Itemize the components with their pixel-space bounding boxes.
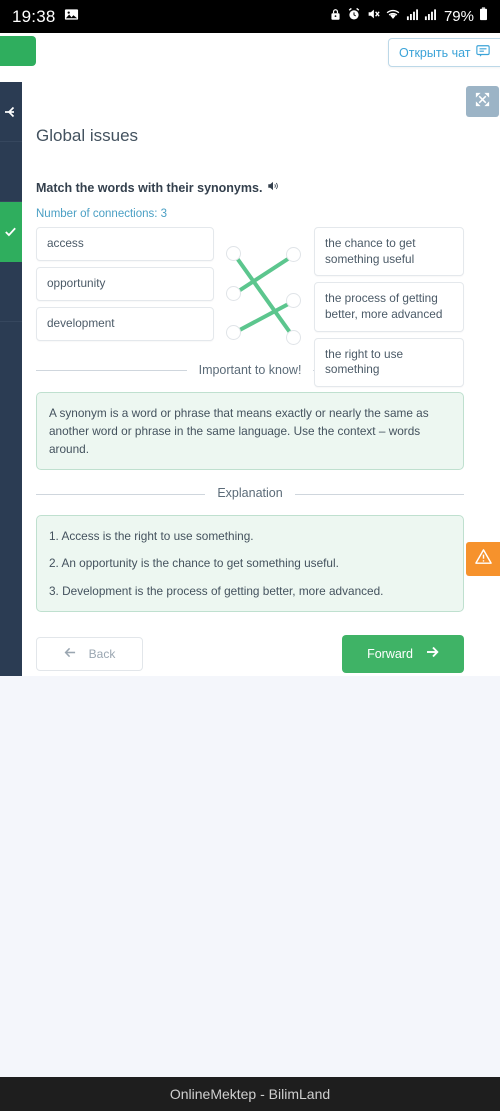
sidebar bbox=[0, 82, 22, 676]
speaker-icon[interactable] bbox=[267, 180, 279, 195]
screen: 19:38 79% Открыть чат Global issues Matc… bbox=[0, 0, 500, 1111]
connector-dot-right[interactable] bbox=[286, 330, 301, 345]
check-icon bbox=[3, 224, 19, 240]
divider-line-left bbox=[36, 493, 206, 495]
match-right-item[interactable]: the right to use something bbox=[314, 337, 464, 388]
status-time: 19:38 bbox=[12, 6, 56, 26]
sidebar-item-active[interactable] bbox=[0, 202, 22, 262]
explanation-line: 3. Development is the process of getting… bbox=[49, 583, 384, 598]
match-left-item[interactable]: development bbox=[36, 307, 214, 341]
alarm-icon bbox=[347, 7, 361, 26]
sidebar-item-collapse[interactable] bbox=[0, 82, 22, 142]
warning-triangle-icon bbox=[474, 547, 493, 571]
connector-dot-left[interactable] bbox=[226, 246, 241, 261]
chat-bubble-icon bbox=[476, 44, 491, 61]
connections-count: Number of connections: 3 bbox=[36, 208, 168, 220]
instruction-row: Match the words with their synonyms. bbox=[36, 180, 464, 195]
match-left-item[interactable]: access bbox=[36, 227, 214, 261]
connector-dot-left[interactable] bbox=[226, 286, 241, 301]
important-body: A synonym is a word or phrase that means… bbox=[49, 405, 429, 457]
back-label: Back bbox=[88, 646, 116, 661]
explanation-panel: 1. Access is the right to use something.… bbox=[36, 515, 464, 612]
battery-icon bbox=[479, 7, 488, 26]
fullscreen-icon bbox=[474, 91, 491, 113]
connector-dot-right[interactable] bbox=[286, 247, 301, 262]
mute-icon bbox=[366, 7, 380, 26]
connector-dot-right[interactable] bbox=[286, 293, 301, 308]
page-title: Global issues bbox=[36, 126, 139, 145]
important-divider-label: Important to know! bbox=[198, 363, 302, 377]
lock-icon bbox=[329, 8, 342, 26]
status-bar-right: 79% bbox=[329, 7, 488, 26]
signal-1-icon bbox=[406, 8, 419, 26]
connector-dot-left[interactable] bbox=[226, 325, 241, 340]
explanation-divider: Explanation bbox=[36, 486, 465, 502]
important-panel: A synonym is a word or phrase that means… bbox=[36, 391, 464, 471]
status-bar-left: 19:38 bbox=[12, 7, 79, 27]
battery-percent: 79% bbox=[443, 8, 474, 25]
green-tab[interactable] bbox=[0, 36, 36, 66]
match-left-item[interactable]: opportunity bbox=[36, 267, 214, 301]
forward-label: Forward bbox=[367, 646, 413, 661]
arrow-right-icon bbox=[425, 646, 439, 661]
divider-line-left bbox=[36, 370, 187, 372]
back-button[interactable]: Back bbox=[36, 636, 143, 671]
warning-button[interactable] bbox=[466, 542, 500, 576]
connection-line bbox=[232, 253, 296, 296]
wifi-icon bbox=[385, 7, 401, 26]
arrow-left-icon bbox=[64, 647, 77, 661]
explanation-line: 1. Access is the right to use something. bbox=[49, 529, 254, 544]
match-right-item[interactable]: the process of getting better, more adva… bbox=[314, 282, 464, 332]
instruction-text: Match the words with their synonyms. bbox=[36, 180, 263, 195]
fullscreen-button[interactable] bbox=[466, 86, 499, 117]
match-right-item[interactable]: the chance to get something useful bbox=[314, 227, 464, 277]
sidebar-item-4[interactable] bbox=[0, 262, 22, 322]
navigation-row: Back Forward bbox=[36, 634, 464, 673]
signal-2-icon bbox=[424, 8, 437, 26]
match-connector-area bbox=[214, 227, 314, 347]
divider-line-right bbox=[294, 493, 465, 495]
match-exercise: access opportunity development the chanc… bbox=[36, 227, 464, 388]
gallery-icon bbox=[64, 7, 79, 27]
match-left-column: access opportunity development bbox=[36, 227, 214, 341]
match-right-column: the chance to get something useful the p… bbox=[314, 227, 464, 388]
status-bar: 19:38 79% bbox=[0, 0, 500, 33]
explanation-line: 2. An opportunity is the chance to get s… bbox=[49, 556, 339, 571]
bottom-bar: OnlineMektep - BilimLand bbox=[0, 1077, 500, 1111]
connection-line bbox=[232, 252, 296, 340]
bottom-bar-label: OnlineMektep - BilimLand bbox=[169, 1086, 331, 1102]
sidebar-item-2[interactable] bbox=[0, 142, 22, 202]
explanation-divider-label: Explanation bbox=[217, 486, 283, 501]
arrow-left-icon bbox=[3, 104, 19, 120]
lesson-content: Global issues Match the words with their… bbox=[36, 33, 465, 673]
forward-button[interactable]: Forward bbox=[342, 634, 464, 673]
